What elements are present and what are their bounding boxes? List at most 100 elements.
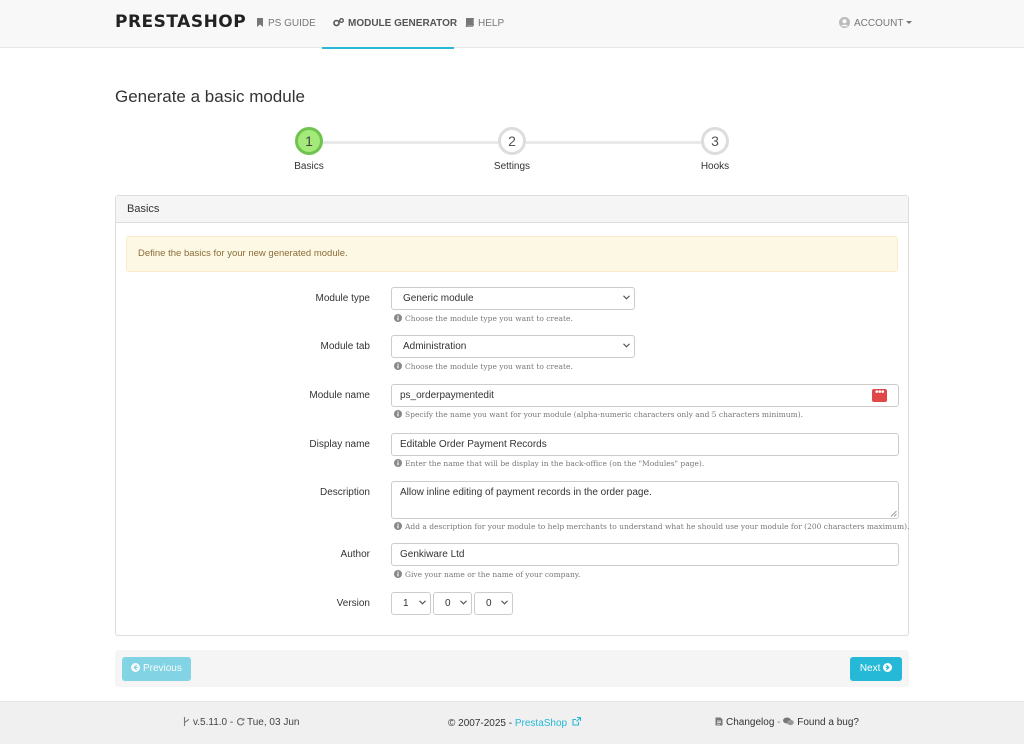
nav-module-generator-label: MODULE GENERATOR	[348, 18, 458, 29]
wizard-pager: Previous Next	[115, 650, 909, 687]
copyright-text: © 2007-2025 -	[448, 718, 515, 729]
info-circle-icon	[394, 362, 402, 370]
basics-panel: Basics Define the basics for your new ge…	[115, 195, 909, 636]
step-label: Basics	[294, 161, 324, 172]
info-circle-icon	[394, 522, 402, 530]
module-type-help-text: Choose the module type you want to creat…	[405, 314, 573, 323]
comments-icon	[783, 717, 795, 726]
nav-ps-guide-label: PS GUIDE	[268, 18, 316, 29]
chevron-down-icon	[419, 600, 426, 605]
version-patch-select[interactable]: 0	[474, 592, 513, 615]
step-label: Settings	[493, 161, 531, 172]
module-name-label: Module name	[309, 390, 370, 401]
date-text: Tue, 03 Jun	[247, 717, 300, 728]
refresh-icon	[236, 717, 245, 726]
version-minor-select[interactable]: 0	[433, 592, 472, 615]
info-circle-icon	[394, 459, 402, 467]
external-link-icon[interactable]	[572, 716, 581, 726]
chevron-down-icon	[501, 600, 508, 605]
code-branch-icon	[183, 717, 190, 726]
page-title: Generate a basic module	[115, 87, 305, 106]
description-textarea[interactable]: Allow inline editing of payment records …	[391, 481, 899, 519]
display-name-input[interactable]: Editable Order Payment Records	[391, 433, 899, 456]
account-menu[interactable]: ACCOUNT	[839, 0, 913, 48]
arrow-circle-left-icon	[131, 663, 141, 672]
module-name-help: Specify the name you want for your modul…	[394, 410, 803, 419]
nav-ps-guide[interactable]: PS GUIDE	[256, 0, 316, 48]
panel-heading: Basics	[116, 196, 908, 223]
prestashop-link[interactable]: PrestaShop	[515, 718, 567, 729]
info-circle-icon	[394, 410, 402, 418]
author-input[interactable]: Genkiware Ltd	[391, 543, 899, 566]
version-patch-value: 0	[486, 598, 492, 609]
page-footer: v.5.11.0 - Tue, 03 Jun © 2007-2025 - Pre…	[0, 701, 1024, 744]
file-text-icon	[715, 717, 723, 726]
chevron-down-icon	[623, 295, 630, 300]
footer-separator: -	[774, 717, 784, 728]
display-name-help-text: Enter the name that will be display in t…	[405, 459, 705, 468]
info-alert: Define the basics for your new generated…	[126, 236, 898, 272]
module-type-value: Generic module	[403, 293, 474, 304]
version-major-value: 1	[403, 598, 409, 609]
cogs-icon	[333, 18, 344, 27]
resize-grip-icon[interactable]	[890, 510, 897, 517]
top-navbar: PRESTASHOP PS GUIDE MODULE GENERATOR HEL…	[0, 0, 1024, 49]
step-hooks[interactable]: 3 Hooks	[675, 127, 755, 172]
module-tab-help-text: Choose the module type you want to creat…	[405, 362, 573, 371]
version-minor-value: 0	[445, 598, 451, 609]
password-manager-icon[interactable]: •••	[872, 388, 887, 402]
chevron-down-icon	[460, 600, 467, 605]
info-circle-icon	[394, 314, 402, 322]
brand-logo[interactable]: PRESTASHOP	[115, 12, 246, 32]
footer-links: Changelog - Found a bug?	[715, 717, 859, 728]
step-label: Hooks	[700, 161, 730, 172]
version-label: Version	[336, 598, 370, 609]
module-name-value: ps_orderpaymentedit	[400, 390, 494, 401]
author-help-text: Give your name or the name of your compa…	[405, 570, 581, 579]
footer-copyright: © 2007-2025 - PrestaShop	[448, 716, 581, 729]
description-help-text: Add a description for your module to hel…	[405, 522, 910, 531]
module-tab-value: Administration	[403, 341, 467, 352]
account-label: ACCOUNT	[854, 18, 904, 29]
module-type-help: Choose the module type you want to creat…	[394, 314, 573, 323]
step-number: 3	[701, 127, 729, 155]
module-type-select[interactable]: Generic module	[391, 287, 635, 310]
bug-report-link[interactable]: Found a bug?	[797, 717, 859, 728]
description-help: Add a description for your module to hel…	[394, 522, 909, 531]
display-name-value: Editable Order Payment Records	[400, 439, 547, 450]
chevron-down-icon	[623, 343, 630, 348]
description-value: Allow inline editing of payment records …	[400, 487, 652, 498]
module-name-help-text: Specify the name you want for your modul…	[405, 410, 804, 419]
author-help: Give your name or the name of your compa…	[394, 570, 580, 579]
module-type-label: Module type	[315, 293, 370, 304]
display-name-label: Display name	[309, 439, 370, 450]
step-number: 1	[295, 127, 323, 155]
user-avatar-icon	[839, 17, 850, 28]
next-button-label: Next	[859, 663, 881, 674]
previous-button[interactable]: Previous	[122, 657, 191, 681]
step-settings[interactable]: 2 Settings	[472, 127, 552, 172]
footer-version: v.5.11.0 - Tue, 03 Jun	[183, 717, 299, 728]
module-name-input[interactable]: ps_orderpaymentedit •••	[391, 384, 899, 407]
version-major-select[interactable]: 1	[391, 592, 431, 615]
display-name-help: Enter the name that will be display in t…	[394, 459, 704, 468]
description-label: Description	[319, 487, 370, 498]
author-value: Genkiware Ltd	[400, 549, 465, 560]
nav-help-label: HELP	[478, 18, 505, 29]
module-tab-label: Module tab	[320, 341, 370, 352]
info-circle-icon	[394, 570, 402, 578]
changelog-link[interactable]: Changelog	[726, 717, 774, 728]
version-text: v.5.11.0	[193, 717, 228, 728]
book-icon	[465, 17, 475, 28]
module-tab-select[interactable]: Administration	[391, 335, 635, 358]
arrow-circle-right-icon	[883, 663, 893, 672]
next-button[interactable]: Next	[850, 657, 902, 681]
caret-down-icon	[906, 21, 913, 24]
step-basics[interactable]: 1 Basics	[269, 127, 349, 172]
nav-help[interactable]: HELP	[465, 0, 504, 48]
bookmark-icon	[257, 18, 263, 27]
step-number: 2	[498, 127, 526, 155]
nav-module-generator[interactable]: MODULE GENERATOR	[322, 0, 458, 49]
previous-button-label: Previous	[142, 663, 182, 674]
author-label: Author	[340, 549, 370, 560]
